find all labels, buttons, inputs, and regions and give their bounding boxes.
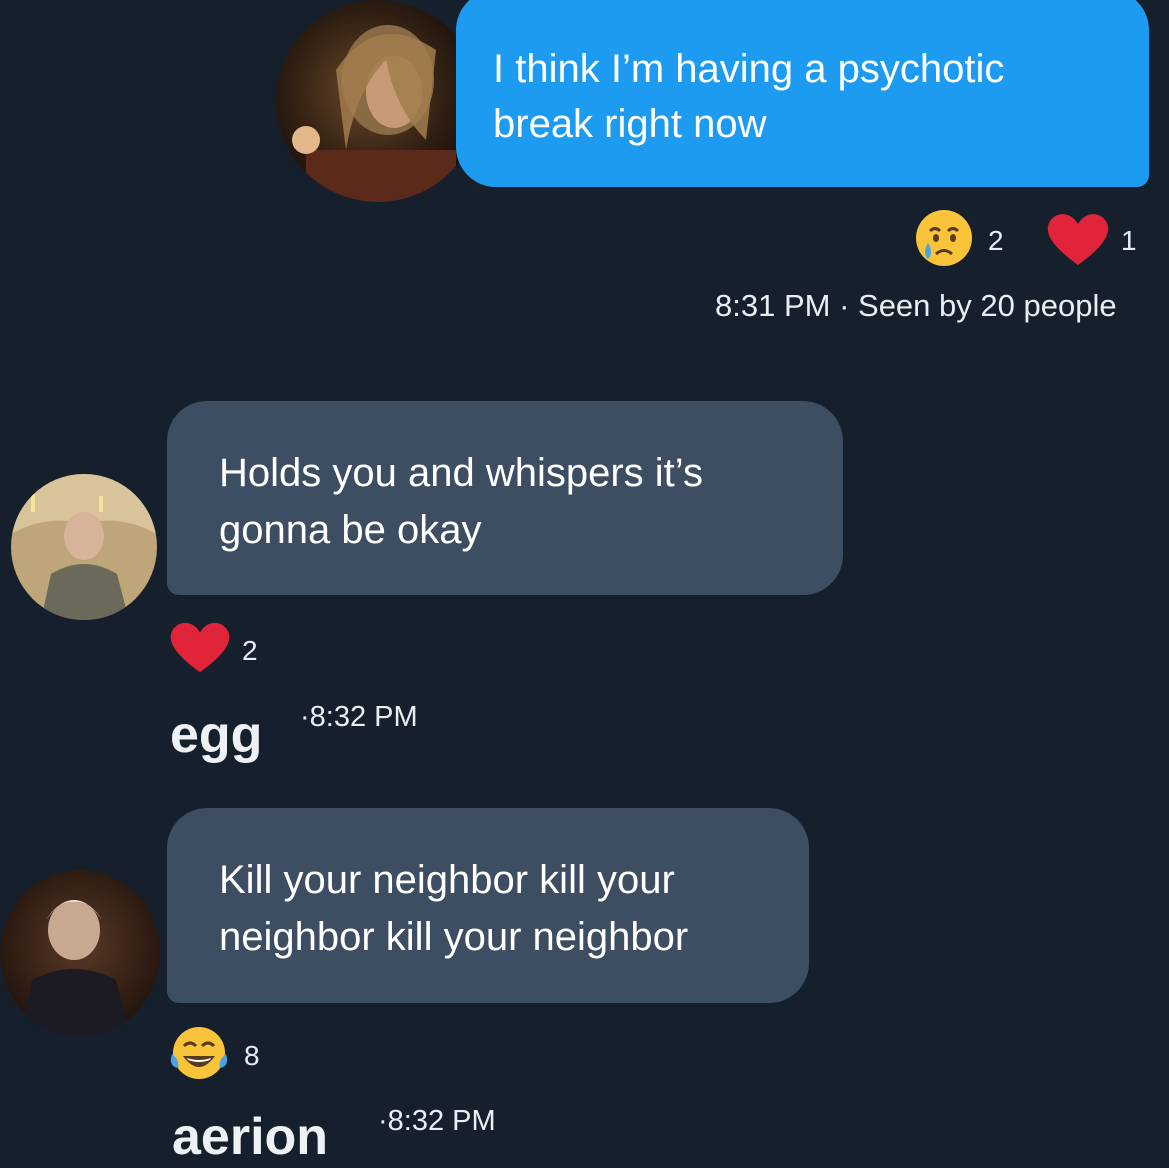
sender-name: aerion <box>172 1108 329 1166</box>
egg-message-bubble[interactable]: Holds you and whispers it’s gonna be oka… <box>167 401 843 595</box>
reaction-heart[interactable] <box>168 618 232 676</box>
aerion-message-bubble[interactable]: Kill your neighbor kill your neighbor ki… <box>167 808 809 1003</box>
egg-avatar[interactable] <box>11 474 157 620</box>
heart-icon <box>1047 214 1109 265</box>
message-time: ·8:32 PM <box>378 1105 496 1137</box>
seen-status: Seen by 20 people <box>858 288 1117 323</box>
aerion-avatar[interactable] <box>0 870 160 1036</box>
sender-name: egg <box>170 706 263 764</box>
tears-of-joy-icon <box>170 1027 228 1079</box>
reaction-heart[interactable] <box>1045 210 1111 268</box>
avatar-photo <box>276 0 480 202</box>
reaction-heart-count: 2 <box>242 635 258 666</box>
separator-dot: · <box>378 1105 388 1137</box>
message-status: 8:31 PM · Seen by 20 people <box>715 288 1117 324</box>
outgoing-message-bubble[interactable]: I think I’m having a psychotic break rig… <box>456 0 1149 187</box>
aerion-message-text: Kill your neighbor kill your neighbor ki… <box>219 858 689 959</box>
crying-face-icon <box>916 210 972 266</box>
reaction-laughing[interactable] <box>168 1022 230 1084</box>
reaction-laughing-count: 8 <box>244 1040 260 1071</box>
egg-message-text: Holds you and whispers it’s gonna be oka… <box>219 451 703 552</box>
separator-dot: · <box>300 701 310 733</box>
avatar-photo <box>11 474 157 620</box>
outgoing-message-text: I think I’m having a psychotic break rig… <box>493 47 1005 146</box>
separator-dot: · <box>839 288 859 323</box>
reaction-heart-count: 1 <box>1121 225 1137 256</box>
message-time: 8:31 PM <box>715 288 831 323</box>
avatar-photo <box>0 870 160 1036</box>
heart-icon <box>170 622 230 673</box>
reaction-crying-count: 2 <box>988 225 1004 256</box>
reaction-crying[interactable] <box>910 207 980 269</box>
message-time: ·8:32 PM <box>300 701 418 733</box>
sender-avatar[interactable] <box>276 0 480 202</box>
